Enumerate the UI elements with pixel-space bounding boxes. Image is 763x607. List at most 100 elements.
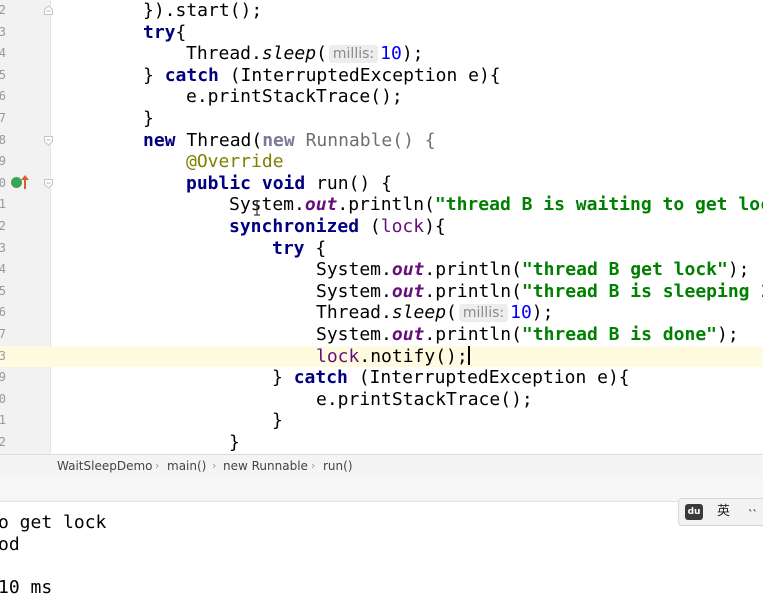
code-text: try{ xyxy=(143,22,186,44)
ime-punctuation-toggle[interactable]: ˴˴ xyxy=(748,502,757,518)
line-number: 2 xyxy=(0,435,6,449)
baidu-ime-logo-icon[interactable]: du xyxy=(685,504,703,520)
console-line: od xyxy=(0,534,20,555)
code-text: } xyxy=(272,410,283,432)
field-name: out xyxy=(391,259,425,281)
keyword: synchronized xyxy=(229,216,360,237)
annotation: @Override xyxy=(186,151,284,173)
code-line: 7 } xyxy=(0,108,763,130)
line-number: 0 xyxy=(0,391,6,406)
method-name: sleep xyxy=(391,302,447,324)
code-text[interactable]: lock.notify(); xyxy=(316,345,470,368)
method-call: .notify(); xyxy=(359,345,468,367)
exception-sig: (InterruptedException e){ xyxy=(358,367,630,389)
line-number: 3 xyxy=(0,240,6,255)
code-editor[interactable]: 2 }).start(); 3 try{ 4 Thread.sleep(mill… xyxy=(0,0,763,454)
string-literal: "thread B is waiting to get lock"); xyxy=(434,194,763,216)
line-number: 9 xyxy=(0,370,6,385)
code-text: public void run() { xyxy=(186,173,392,195)
run-tool-window-header xyxy=(0,478,763,502)
current-line-highlight: 3 lock.notify(); xyxy=(0,345,763,368)
breadcrumb: WaitSleepDemo › main() › new Runnable › … xyxy=(0,454,763,479)
override-arrow-icon[interactable] xyxy=(19,174,31,190)
code-text: e.printStackTrace(); xyxy=(186,86,403,108)
keyword: try xyxy=(143,21,176,43)
code-line: 2 }).start(); xyxy=(0,0,763,22)
console-line: 10 ms xyxy=(0,577,53,598)
line-number: 6 xyxy=(0,89,6,104)
console-line: o get lock xyxy=(0,512,107,533)
code-line: 6 e.printStackTrace(); xyxy=(0,86,763,108)
line-number: 1 xyxy=(0,197,6,212)
method-call: .println( xyxy=(424,324,522,345)
code-text: System.out.println("thread B is sleeping… xyxy=(316,281,763,303)
line-number: 4 xyxy=(0,262,6,277)
method-call: .println( xyxy=(337,194,435,216)
keyword: new xyxy=(143,129,176,151)
class-name: System. xyxy=(316,259,392,281)
class-name: System. xyxy=(229,194,305,216)
line-number: 5 xyxy=(0,67,6,82)
class-name: System. xyxy=(316,324,392,345)
method-call: .println( xyxy=(424,259,522,281)
breadcrumb-item-anonymous-class[interactable]: new Runnable xyxy=(223,459,308,473)
keyword: catch xyxy=(293,367,348,389)
line-number: 4 xyxy=(0,46,6,61)
breadcrumb-item-method[interactable]: main() xyxy=(167,459,206,473)
code-punct: ){ xyxy=(424,216,446,237)
code-line: 1 } xyxy=(0,410,763,432)
code-line: 9 } catch (InterruptedException e){ xyxy=(0,367,763,389)
code-punct: ); xyxy=(717,324,739,345)
code-text: Thread.sleep(millis: 10); xyxy=(186,43,424,65)
close-brace: } xyxy=(272,367,283,389)
breadcrumb-item-class[interactable]: WaitSleepDemo xyxy=(57,459,152,473)
code-text: synchronized (lock){ xyxy=(229,216,446,238)
code-text: new Thread(new Runnable() { xyxy=(143,130,436,152)
breadcrumb-separator: › xyxy=(311,459,316,472)
breadcrumb-separator: › xyxy=(212,459,217,472)
class-name: Thread xyxy=(186,43,252,65)
code-text: } catch (InterruptedException e){ xyxy=(272,367,630,389)
breadcrumb-item-run[interactable]: run() xyxy=(323,459,353,473)
class-name: System. xyxy=(316,280,392,302)
method-call: .println( xyxy=(424,280,522,302)
line-number: 9 xyxy=(0,154,6,169)
code-line: 2 } xyxy=(0,432,763,454)
code-text: try { xyxy=(272,238,326,260)
code-text: System.out.println("thread B is waiting … xyxy=(229,194,763,216)
fold-collapse-icon[interactable] xyxy=(43,5,54,16)
line-number: 6 xyxy=(0,305,6,320)
string-literal: "thread B is sleeping 10 ms"); xyxy=(521,280,763,302)
code-line: 4 Thread.sleep(millis: 10); xyxy=(0,43,763,65)
string-literal: "thread B is done" xyxy=(521,324,717,345)
run-console-output[interactable]: o get lock od 10 ms xyxy=(0,502,763,607)
fold-expand-icon[interactable] xyxy=(43,178,54,189)
exception-sig: (InterruptedException e){ xyxy=(229,64,501,86)
line-number: 7 xyxy=(0,327,6,341)
code-line: 0 e.printStackTrace(); xyxy=(0,389,763,411)
parameter-hint: millis: xyxy=(458,304,509,323)
code-text: } catch (InterruptedException e){ xyxy=(143,65,501,87)
code-text: Thread.sleep(millis: 10); xyxy=(316,302,553,324)
code-text: }).start(); xyxy=(143,0,263,21)
keyword-grey: new xyxy=(262,129,295,151)
input-method-toolbar[interactable]: du 英 ˴˴ xyxy=(678,498,763,526)
code-text: } xyxy=(143,108,154,129)
code-punct: ( xyxy=(369,216,381,237)
code-punct: ); xyxy=(727,259,750,281)
fold-expand-icon[interactable] xyxy=(43,135,54,146)
line-number: 2 xyxy=(0,219,6,233)
brace: { xyxy=(315,237,327,259)
line-number: 3 xyxy=(0,24,6,39)
close-brace: } xyxy=(143,64,154,86)
line-number: 8 xyxy=(0,132,6,147)
code-line: 3 try { xyxy=(0,238,763,260)
code-punct: ( xyxy=(446,302,457,324)
code-line: 5 } catch (InterruptedException e){ xyxy=(0,65,763,87)
variable: lock xyxy=(380,216,425,237)
code-line: 0 public void run() { xyxy=(0,173,763,195)
ime-language-toggle[interactable]: 英 xyxy=(717,504,730,520)
code-line: 7 System.out.println("thread B is done")… xyxy=(0,324,763,346)
method-sig: run() { xyxy=(316,172,392,194)
code-line: 9 @Override xyxy=(0,151,763,173)
